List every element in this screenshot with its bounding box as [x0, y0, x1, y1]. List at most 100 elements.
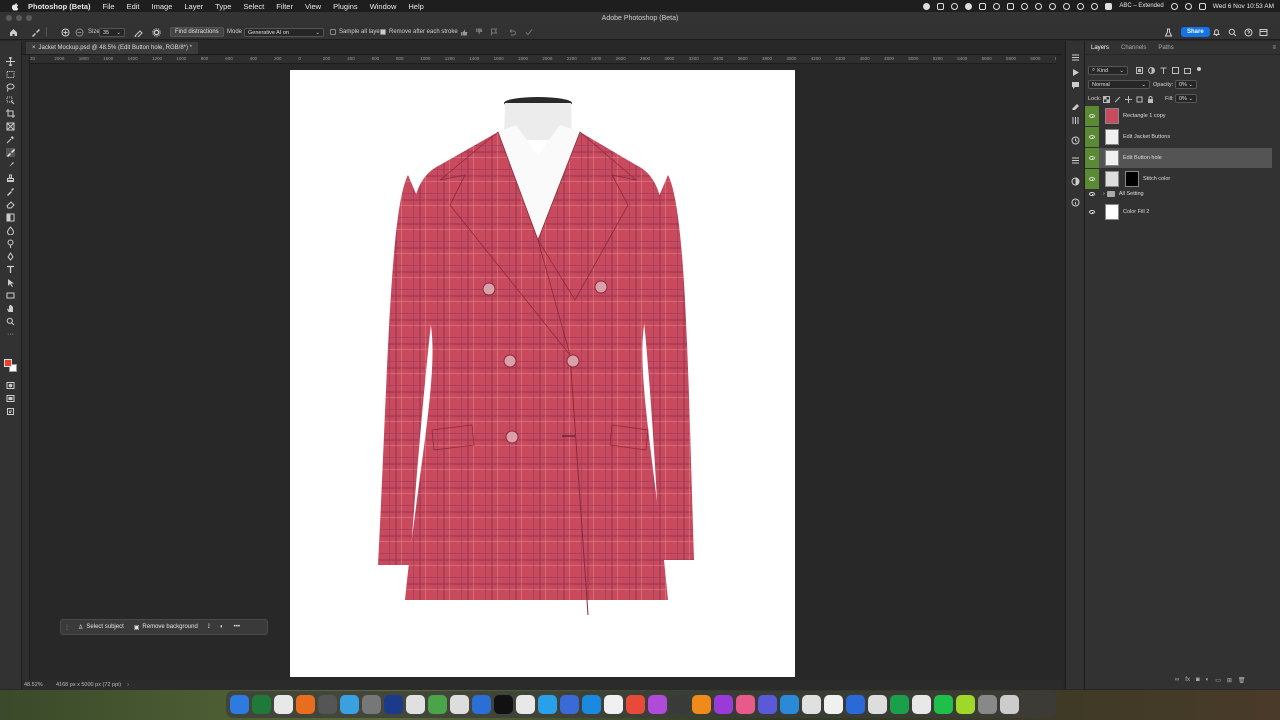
dock-app-icon[interactable] — [670, 695, 689, 714]
path-selection-tool-icon[interactable] — [6, 278, 15, 287]
quick-mask-icon[interactable] — [6, 381, 15, 390]
dock-app-icon[interactable] — [934, 695, 953, 714]
menu-help[interactable]: Help — [408, 2, 423, 11]
dock-app-icon[interactable] — [362, 695, 381, 714]
dock-app-icon[interactable] — [802, 695, 821, 714]
properties-icon[interactable] — [1071, 53, 1080, 62]
battery-icon[interactable] — [1077, 2, 1085, 10]
select-subject-button[interactable]: ♙ Select subject — [73, 621, 129, 633]
visibility-toggle[interactable] — [1085, 127, 1099, 147]
close-window-button[interactable] — [6, 15, 12, 21]
layer-row[interactable]: Edit Jacket Buttons — [1085, 127, 1272, 147]
dock-app-icon[interactable] — [252, 695, 271, 714]
rectangle-tool-icon[interactable] — [6, 291, 15, 300]
dock-app-icon[interactable] — [560, 695, 579, 714]
bluetooth-icon[interactable] — [1063, 2, 1071, 10]
lock-pixels-icon[interactable] — [1114, 96, 1121, 103]
color-icon[interactable] — [1071, 177, 1080, 186]
dock-app-icon[interactable] — [494, 695, 513, 714]
add-brush-icon[interactable] — [61, 28, 70, 37]
brush-tool-icon[interactable] — [6, 161, 15, 170]
move-tool-icon[interactable] — [6, 57, 15, 66]
dock-app-icon[interactable] — [912, 695, 931, 714]
dock-app-icon[interactable] — [340, 695, 359, 714]
clone-stamp-tool-icon[interactable] — [6, 174, 15, 183]
status-app-icon[interactable] — [1021, 2, 1029, 10]
status-app-icon[interactable] — [951, 2, 959, 10]
libraries-icon[interactable] — [1071, 156, 1080, 165]
layer-name[interactable]: Color Fill 2 — [1123, 209, 1149, 215]
zoom-tool-icon[interactable] — [6, 317, 15, 326]
filter-type-icon[interactable] — [1160, 67, 1167, 74]
opacity-field[interactable]: 0% ⌄ — [1175, 80, 1197, 89]
checkbox-box[interactable] — [380, 29, 386, 35]
checkbox-box[interactable] — [330, 29, 336, 35]
lock-position-icon[interactable] — [1125, 96, 1132, 103]
subtract-brush-icon[interactable] — [75, 28, 84, 37]
dock-app-icon[interactable] — [296, 695, 315, 714]
eraser-tool-icon[interactable] — [6, 200, 15, 209]
menu-select[interactable]: Select — [243, 2, 264, 11]
dock-app-icon[interactable] — [1000, 695, 1019, 714]
gradient-tool-icon[interactable] — [6, 213, 15, 222]
dropbox-icon[interactable] — [993, 2, 1001, 10]
dock-app-icon[interactable] — [978, 695, 997, 714]
lock-artboard-icon[interactable] — [1136, 96, 1143, 103]
marquee-tool-icon[interactable] — [6, 70, 15, 79]
horizontal-ruler[interactable]: 20 2000 1800 1600 1400 1200 1000 800 600 400 200 0 2… — [30, 55, 1056, 64]
dock-app-icon[interactable] — [692, 695, 711, 714]
more-options-button[interactable]: ••• — [229, 621, 245, 633]
fill-field[interactable]: 0% ⌄ — [1175, 94, 1197, 103]
layer-row[interactable]: Color Fill 2 — [1085, 202, 1272, 222]
menu-edit[interactable]: Edit — [127, 2, 140, 11]
lasso-tool-icon[interactable] — [6, 83, 15, 92]
layer-row[interactable]: Rectangle 1 copy — [1085, 106, 1272, 126]
object-selection-tool-icon[interactable] — [6, 96, 15, 105]
dock-app-icon[interactable] — [846, 695, 865, 714]
menubar-datetime[interactable]: Wed 6 Nov 10:53 AM — [1213, 3, 1274, 10]
chevron-right-icon[interactable]: › — [127, 682, 129, 688]
menu-file[interactable]: File — [103, 2, 115, 11]
flag-icon[interactable] — [490, 28, 498, 36]
type-tool-icon[interactable] — [6, 265, 15, 274]
dock-app-icon[interactable] — [450, 695, 469, 714]
bell-icon[interactable] — [1212, 28, 1221, 37]
dock-app-icon[interactable] — [736, 695, 755, 714]
document-tab[interactable]: × Jacket Mockup.psd @ 48.5% (Edit Button… — [26, 42, 199, 54]
dock-app-icon[interactable] — [428, 695, 447, 714]
dock-app-icon[interactable] — [318, 695, 337, 714]
checkmark-icon[interactable] — [525, 28, 533, 36]
app-menu[interactable]: Photoshop (Beta) — [28, 2, 91, 11]
layer-mask-thumbnail[interactable] — [1125, 171, 1139, 187]
dock-app-icon[interactable] — [824, 695, 843, 714]
status-app-icon[interactable] — [1049, 2, 1057, 10]
help-icon[interactable] — [1244, 28, 1253, 37]
filter-adjustment-icon[interactable] — [1148, 67, 1155, 74]
layer-name[interactable]: Rectangle 1 copy — [1123, 113, 1166, 119]
remove-tool-icon[interactable] — [31, 28, 40, 37]
sample-all-layers-checkbox[interactable]: Sample all layers — [330, 29, 385, 35]
add-mask-icon[interactable]: ◙ — [1196, 677, 1200, 684]
minimize-window-button[interactable] — [16, 15, 22, 21]
dock-app-icon[interactable] — [582, 695, 601, 714]
filter-smart-object-icon[interactable] — [1184, 67, 1191, 74]
hand-tool-icon[interactable] — [6, 304, 15, 313]
dock-app-icon[interactable] — [274, 695, 293, 714]
dodge-tool-icon[interactable] — [6, 239, 15, 248]
brush-size-field[interactable]: 35 ⌄ — [99, 28, 125, 37]
artboard-icon[interactable] — [6, 407, 15, 416]
brush-settings-icon[interactable] — [134, 28, 143, 37]
input-source-label[interactable]: ABC – Extended — [1119, 3, 1163, 9]
history-icon[interactable] — [1071, 136, 1080, 145]
new-group-icon[interactable]: ▭ — [1215, 677, 1221, 684]
document-canvas[interactable] — [290, 70, 795, 677]
zoom-window-button[interactable] — [26, 15, 32, 21]
dock-app-icon[interactable] — [472, 695, 491, 714]
dock-app-icon[interactable] — [406, 695, 425, 714]
document-info[interactable]: 4168 px x 5000 px (72 ppi) — [56, 682, 121, 688]
half-circle-icon[interactable]: ◐ — [215, 621, 229, 633]
blend-mode-dropdown[interactable]: Normal ⌄ — [1088, 80, 1150, 89]
eyedropper-tool-icon[interactable] — [6, 135, 15, 144]
layer-group-row[interactable]: › All Setting — [1085, 186, 1272, 202]
vertical-ruler[interactable] — [22, 55, 30, 680]
